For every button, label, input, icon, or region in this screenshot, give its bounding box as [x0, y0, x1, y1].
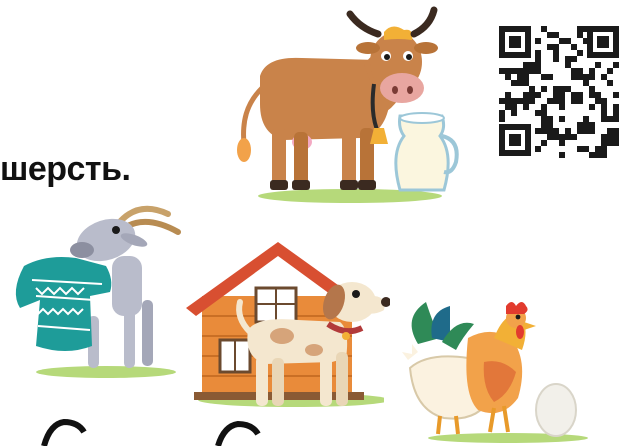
caption-fragment: шерсть.: [0, 150, 131, 188]
cow-illustration: [237, 6, 459, 203]
cut-off-text-fragment: [215, 420, 261, 446]
qr-code: [497, 24, 621, 158]
rooster-illustration: [402, 302, 588, 443]
goat-illustration: [15, 205, 181, 378]
dog-illustration: [236, 282, 390, 406]
cut-off-text-fragment: [41, 418, 87, 446]
